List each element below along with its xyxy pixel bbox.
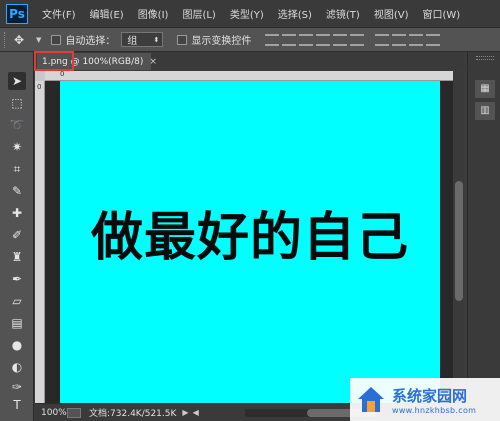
document-tab-strip: 1.png @ 100%(RGB/8) ×: [35, 52, 465, 70]
canvas-text: 做最好的自己: [90, 207, 409, 268]
distribute-vcenter-icon[interactable]: [392, 33, 407, 46]
healing-brush-tool-icon[interactable]: ✚: [8, 204, 26, 222]
distribute-top-icon[interactable]: [375, 33, 390, 46]
lasso-tool-icon[interactable]: ➰: [8, 116, 26, 134]
auto-select-checkbox[interactable]: [51, 34, 62, 45]
pen-tool-icon[interactable]: ✑: [8, 378, 26, 396]
panel-grip[interactable]: [476, 56, 494, 60]
options-bar: ✥ ▼ 自动选择： 组 ⬍ 显示变换控件: [0, 28, 500, 52]
tab-highlight-box: [34, 51, 74, 71]
site-watermark: 系统家园网 www.hnzkhbsb.com: [350, 378, 500, 421]
marquee-tool-icon[interactable]: ⬚: [8, 94, 26, 112]
menu-file[interactable]: 文件(F): [42, 6, 76, 21]
vertical-scroll-thumb[interactable]: [455, 181, 463, 301]
zoom-level[interactable]: 100%: [41, 408, 67, 418]
status-view-button[interactable]: [67, 407, 81, 418]
magic-wand-tool-icon[interactable]: ✷: [8, 138, 26, 156]
distribute-bottom-icon[interactable]: [409, 33, 424, 46]
photoshop-logo: Ps: [6, 3, 28, 24]
horizontal-ruler[interactable]: 0: [45, 70, 453, 81]
tools-panel: ➤ ⬚ ➰ ✷ ⌗ ✎ ✚ ✐ ♜ ✒ ▱ ▤ ● ◐ ✑ T: [0, 52, 34, 421]
align-buttons: [265, 33, 443, 46]
crop-tool-icon[interactable]: ⌗: [8, 160, 26, 178]
menu-filter[interactable]: 滤镜(T): [326, 6, 360, 21]
menu-image[interactable]: 图像(I): [138, 6, 169, 21]
align-left-icon[interactable]: [316, 33, 331, 46]
brush-tool-icon[interactable]: ✐: [8, 226, 26, 244]
ruler-origin-label: 0: [60, 70, 65, 78]
ruler-corner[interactable]: [35, 71, 45, 81]
clone-stamp-tool-icon[interactable]: ♜: [8, 248, 26, 266]
blur-tool-icon[interactable]: ●: [8, 336, 26, 354]
show-transform-label: 显示变换控件: [191, 36, 252, 47]
watermark-title: 系统家园网: [392, 386, 468, 405]
document-size: 文档:732.4K/521.5K: [89, 409, 177, 419]
move-tool-icon[interactable]: ➤: [8, 72, 26, 90]
menu-select[interactable]: 选择(S): [278, 6, 312, 21]
eyedropper-tool-icon[interactable]: ✎: [8, 182, 26, 200]
close-tab-icon[interactable]: ×: [149, 57, 157, 67]
menu-view[interactable]: 视图(V): [374, 6, 409, 21]
align-right-icon[interactable]: [350, 33, 365, 46]
vertical-ruler[interactable]: 0: [35, 81, 45, 403]
menu-type[interactable]: 类型(Y): [230, 6, 264, 21]
auto-select-label: 自动选择：: [65, 36, 116, 47]
menu-layer[interactable]: 图层(L): [182, 6, 215, 21]
distribute-left-icon[interactable]: [426, 33, 441, 46]
dropdown-arrows-icon: ⬍: [153, 35, 160, 44]
scroll-left-icon[interactable]: ◀: [193, 408, 199, 417]
properties-panel-icon[interactable]: ▥: [475, 102, 495, 120]
history-brush-tool-icon[interactable]: ✒: [8, 270, 26, 288]
house-logo-icon: [358, 386, 384, 412]
document-canvas[interactable]: 做最好的自己: [60, 81, 440, 403]
menu-window[interactable]: 窗口(W): [422, 6, 460, 21]
dodge-tool-icon[interactable]: ◐: [8, 358, 26, 376]
gradient-tool-icon[interactable]: ▤: [8, 314, 26, 332]
canvas-workspace[interactable]: 做最好的自己: [45, 81, 453, 403]
align-top-icon[interactable]: [265, 33, 280, 46]
align-bottom-icon[interactable]: [299, 33, 314, 46]
move-tool-icon[interactable]: ✥: [14, 33, 36, 47]
show-transform-checkbox[interactable]: [177, 34, 188, 45]
align-vcenter-icon[interactable]: [282, 33, 297, 46]
auto-select-dropdown[interactable]: 组 ⬍: [121, 32, 164, 47]
options-bar-grip[interactable]: [4, 31, 8, 48]
align-hcenter-icon[interactable]: [333, 33, 348, 46]
vertical-scrollbar[interactable]: [453, 71, 465, 403]
status-menu-arrow-icon[interactable]: ▶: [182, 408, 188, 417]
menu-edit[interactable]: 编辑(E): [90, 6, 124, 21]
eraser-tool-icon[interactable]: ▱: [8, 292, 26, 310]
watermark-url: www.hnzkhbsb.com: [392, 405, 477, 415]
tool-preset-caret-icon[interactable]: ▼: [36, 36, 41, 44]
collapsed-panels: ▦ ▥: [467, 52, 500, 421]
auto-select-value: 组: [127, 36, 138, 47]
type-tool-icon[interactable]: T: [8, 396, 26, 414]
ruler-origin-label-vertical: 0: [37, 83, 42, 91]
history-panel-icon[interactable]: ▦: [475, 80, 495, 98]
menu-bar: Ps 文件(F) 编辑(E) 图像(I) 图层(L) 类型(Y) 选择(S) 滤…: [0, 0, 500, 28]
